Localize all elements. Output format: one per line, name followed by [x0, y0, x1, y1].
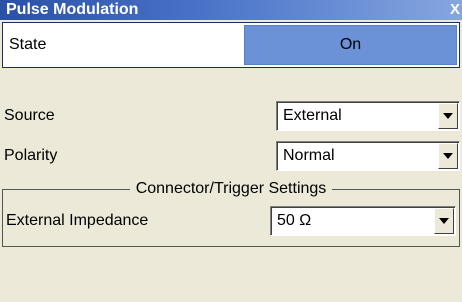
external-impedance-value: 50 Ω — [277, 212, 312, 229]
source-label: Source — [4, 107, 55, 124]
external-impedance-select[interactable]: 50 Ω — [270, 206, 456, 236]
state-toggle-button[interactable]: On — [244, 25, 457, 65]
group-title: Connector/Trigger Settings — [0, 179, 462, 199]
source-select[interactable]: External — [276, 101, 460, 131]
source-value: External — [283, 107, 342, 124]
close-icon[interactable]: X — [448, 0, 462, 20]
group-title-text: Connector/Trigger Settings — [129, 180, 333, 197]
external-impedance-label: External Impedance — [6, 212, 149, 229]
window-title: Pulse Modulation — [6, 1, 139, 18]
state-row: State On — [2, 22, 460, 68]
chevron-down-icon[interactable] — [438, 103, 458, 129]
title-bar: Pulse Modulation X — [0, 0, 462, 20]
chevron-down-icon[interactable] — [434, 208, 454, 234]
state-label: State — [9, 36, 47, 53]
polarity-label: Polarity — [4, 147, 58, 164]
chevron-down-icon[interactable] — [438, 143, 458, 169]
polarity-select[interactable]: Normal — [276, 141, 460, 171]
polarity-value: Normal — [283, 147, 335, 164]
